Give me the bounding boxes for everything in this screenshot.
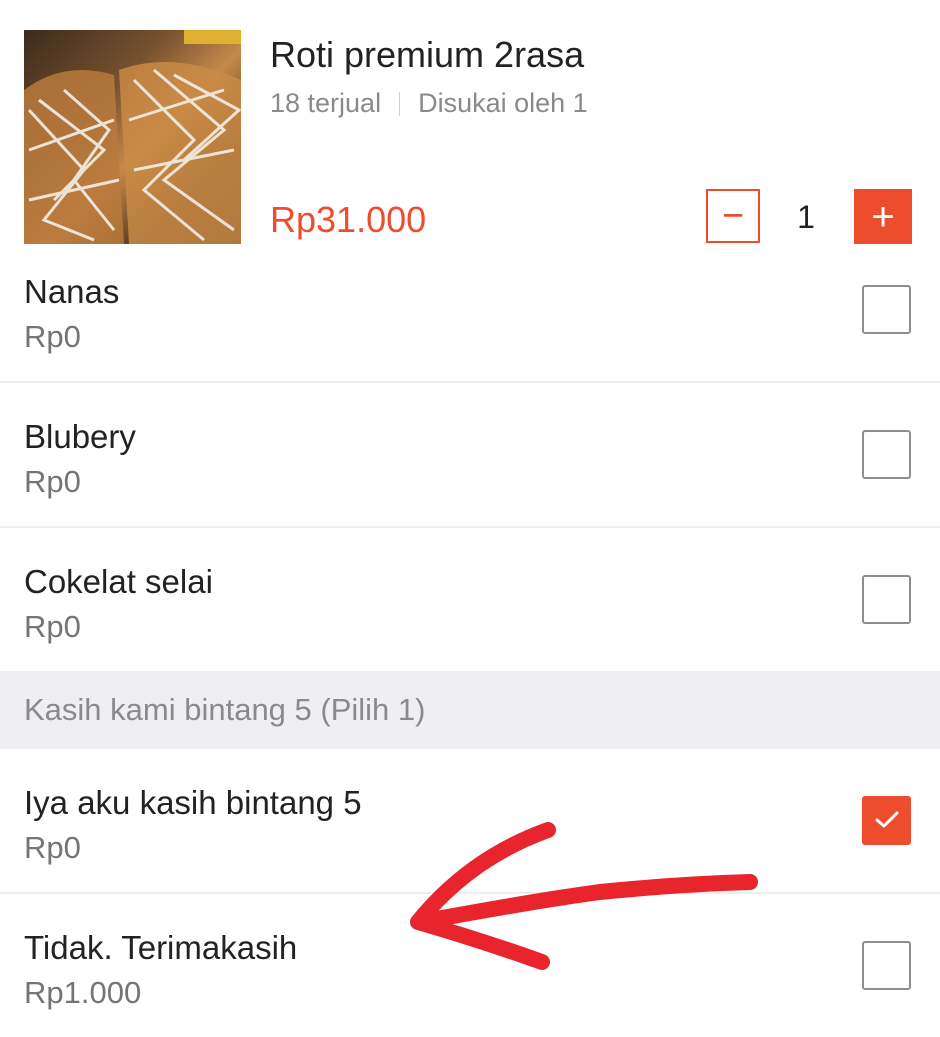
quantity-decrease-button[interactable]: − bbox=[706, 189, 760, 243]
product-meta: 18 terjual Disukai oleh 1 bbox=[270, 88, 588, 119]
product-header: Roti premium 2rasa 18 terjual Disukai ol… bbox=[0, 0, 940, 262]
option-row-iya-bintang-5[interactable]: Iya aku kasih bintang 5 Rp0 bbox=[0, 749, 940, 894]
quantity-increase-button[interactable]: + bbox=[854, 189, 912, 244]
option-row-blubery[interactable]: Blubery Rp0 bbox=[0, 383, 940, 528]
product-image[interactable] bbox=[24, 30, 241, 244]
option-name: Tidak. Terimakasih bbox=[24, 929, 298, 966]
option-name: Blubery bbox=[24, 418, 136, 455]
option-price: Rp0 bbox=[24, 830, 81, 865]
product-title: Roti premium 2rasa bbox=[270, 34, 585, 75]
option-list: Nanas Rp0 Blubery Rp0 Cokelat selai Rp0 … bbox=[0, 238, 940, 1037]
option-checkbox[interactable] bbox=[862, 430, 911, 479]
plus-icon: + bbox=[871, 194, 895, 239]
option-price: Rp1.000 bbox=[24, 975, 142, 1010]
option-price: Rp0 bbox=[24, 464, 81, 499]
sold-count: 18 terjual bbox=[270, 88, 382, 118]
option-checkbox[interactable] bbox=[862, 941, 911, 990]
product-price: Rp31.000 bbox=[270, 199, 427, 240]
option-row-tidak-terimakasih[interactable]: Tidak. Terimakasih Rp1.000 bbox=[0, 894, 940, 1037]
option-checkbox-checked[interactable] bbox=[862, 796, 911, 845]
option-row-cokelat-selai[interactable]: Cokelat selai Rp0 bbox=[0, 528, 940, 671]
check-icon bbox=[875, 811, 899, 828]
section-header: Kasih kami bintang 5 (Pilih 1) bbox=[0, 671, 940, 749]
option-name: Cokelat selai bbox=[24, 563, 213, 600]
meta-divider bbox=[399, 91, 401, 116]
option-price: Rp0 bbox=[24, 609, 81, 644]
option-name: Nanas bbox=[24, 273, 120, 310]
like-count: Disukai oleh 1 bbox=[418, 88, 588, 118]
option-price: Rp0 bbox=[24, 319, 81, 354]
option-checkbox[interactable] bbox=[862, 575, 911, 624]
option-checkbox[interactable] bbox=[862, 285, 911, 334]
minus-icon: − bbox=[721, 195, 745, 237]
bread-photo-icon bbox=[24, 30, 241, 244]
option-name: Iya aku kasih bintang 5 bbox=[24, 784, 362, 821]
quantity-value: 1 bbox=[797, 199, 815, 235]
